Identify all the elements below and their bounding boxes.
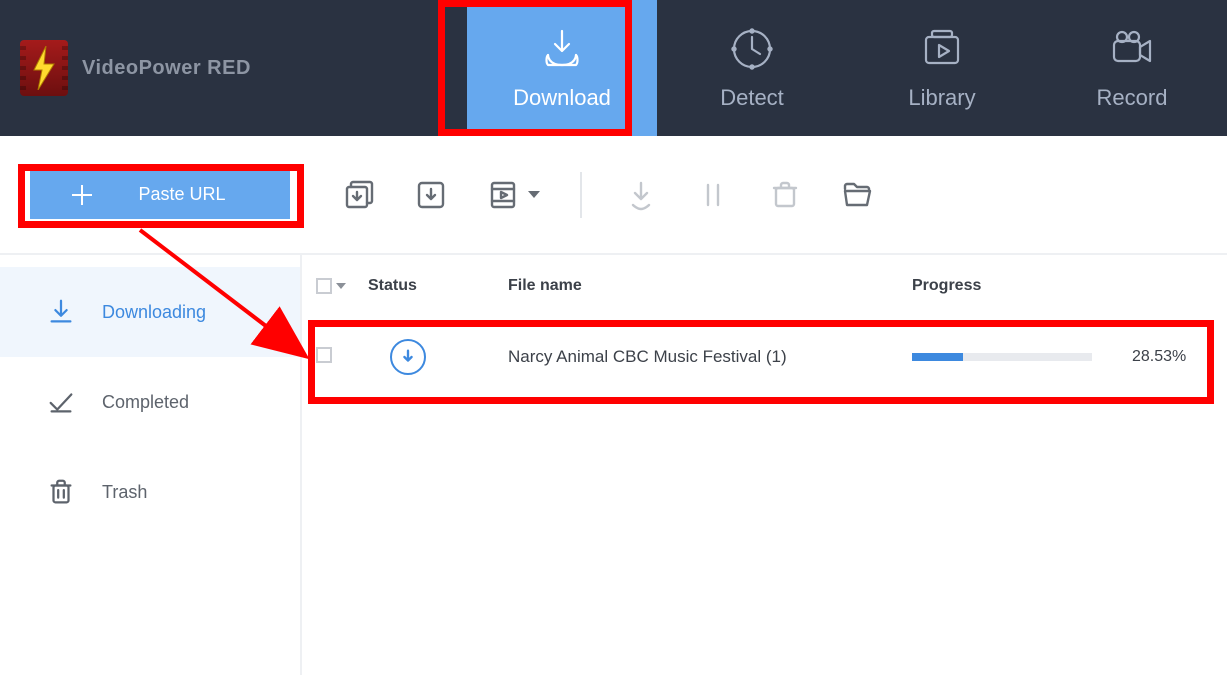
plus-icon (72, 185, 92, 205)
tab-detect-label: Detect (720, 85, 784, 111)
app-header: VideoPower RED Download Detect Library R… (0, 0, 1227, 136)
tab-download[interactable]: Download (467, 0, 657, 136)
col-header-progress[interactable]: Progress (912, 277, 1192, 295)
progress-cell: 28.53% (912, 348, 1212, 366)
header-tabs: Download Detect Library Record (467, 0, 1227, 136)
checkbox-icon (316, 278, 332, 294)
sidebar-item-label: Completed (102, 392, 189, 413)
downloading-icon (46, 297, 76, 327)
sidebar-item-label: Trash (102, 482, 147, 503)
tab-record[interactable]: Record (1037, 0, 1227, 136)
chevron-down-icon (528, 191, 540, 198)
col-header-status[interactable]: Status (368, 277, 508, 295)
sidebar: Downloading Completed Trash (0, 255, 302, 675)
col-header-filename[interactable]: File name (508, 277, 912, 295)
downloads-table: Status File name Progress Narcy Animal C… (302, 255, 1227, 397)
record-icon (1108, 25, 1156, 73)
video-file-icon (484, 176, 522, 214)
delete-icon[interactable] (766, 176, 804, 214)
toolbar: Paste URL (0, 136, 1227, 255)
sidebar-item-completed[interactable]: Completed (0, 357, 300, 447)
convert-dropdown[interactable] (484, 176, 540, 214)
table-row[interactable]: Narcy Animal CBC Music Festival (1) 28.5… (302, 317, 1227, 397)
sidebar-item-trash[interactable]: Trash (0, 447, 300, 537)
download-icon (538, 25, 586, 73)
checkbox-icon (316, 347, 332, 363)
app-logo (20, 40, 68, 96)
batch-download-icon[interactable] (340, 176, 378, 214)
trash-icon (46, 477, 76, 507)
row-checkbox[interactable] (316, 347, 368, 368)
toolbar-icons (340, 172, 876, 218)
single-download-icon[interactable] (412, 176, 450, 214)
paste-url-button[interactable]: Paste URL (30, 171, 290, 219)
pause-icon[interactable] (694, 176, 732, 214)
table-header: Status File name Progress (302, 255, 1227, 317)
chevron-down-icon (336, 283, 346, 289)
paste-url-label: Paste URL (138, 184, 225, 205)
open-folder-icon[interactable] (838, 176, 876, 214)
detect-icon (728, 25, 776, 73)
completed-icon (46, 387, 76, 417)
bolt-icon (32, 46, 56, 90)
tab-download-label: Download (513, 85, 611, 111)
brand: VideoPower RED (0, 0, 420, 136)
app-title: VideoPower RED (82, 57, 251, 80)
status-downloading-icon (390, 339, 426, 375)
tab-detect[interactable]: Detect (657, 0, 847, 136)
sidebar-item-downloading[interactable]: Downloading (0, 267, 300, 357)
progress-percent: 28.53% (1132, 348, 1186, 366)
tab-library-label: Library (908, 85, 975, 111)
sidebar-item-label: Downloading (102, 302, 206, 323)
cell-filename: Narcy Animal CBC Music Festival (1) (508, 347, 787, 366)
main-panel: Status File name Progress Narcy Animal C… (302, 255, 1227, 675)
tab-library[interactable]: Library (847, 0, 1037, 136)
progress-bar (912, 353, 1092, 361)
progress-fill (912, 353, 963, 361)
download-action-icon[interactable] (622, 176, 660, 214)
divider (580, 172, 582, 218)
tab-record-label: Record (1097, 85, 1168, 111)
content: Downloading Completed Trash Status File … (0, 255, 1227, 675)
library-icon (918, 25, 966, 73)
select-all-checkbox[interactable] (316, 278, 368, 294)
